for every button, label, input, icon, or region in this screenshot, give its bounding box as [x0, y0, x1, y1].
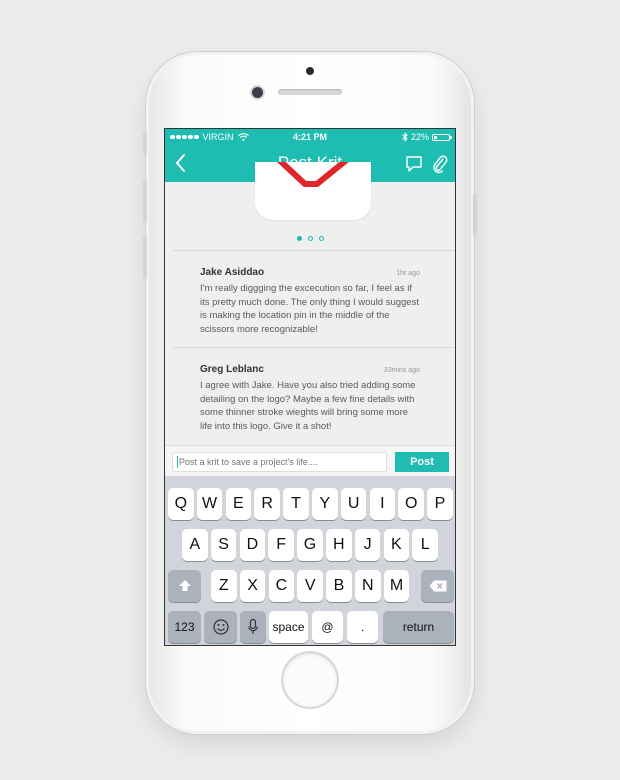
power-button [473, 194, 477, 236]
divider [173, 347, 455, 348]
key-o[interactable]: O [398, 488, 424, 520]
space-key[interactable]: space [269, 611, 308, 643]
volume-up-button [143, 180, 147, 222]
composer-bar: Post [165, 445, 455, 477]
microphone-icon [248, 618, 258, 634]
comment-text: I agree with Jake. Have you also tried a… [200, 380, 416, 432]
image-pager[interactable] [165, 236, 455, 241]
key-h[interactable]: H [326, 529, 352, 561]
battery-icon [432, 133, 452, 141]
return-key[interactable]: return [383, 611, 454, 643]
pager-dot[interactable] [318, 236, 324, 241]
key-z[interactable]: Z [211, 570, 237, 602]
paperclip-icon[interactable] [432, 154, 448, 174]
comment-time: 1hr ago [396, 270, 420, 277]
krit-input[interactable] [172, 452, 387, 472]
emoji-icon [212, 619, 229, 635]
earpiece-speaker [278, 89, 342, 95]
comment-item: Greg Leblanc 33mins ago I agree with Jak… [200, 364, 420, 433]
comment-author[interactable]: Greg Leblanc [200, 364, 264, 375]
key-w[interactable]: W [196, 488, 223, 520]
key-t[interactable]: T [283, 488, 309, 520]
front-camera [252, 87, 263, 98]
battery-percent: 22% [410, 132, 429, 142]
key-q[interactable]: Q [168, 488, 194, 520]
comment-author[interactable]: Jake Asiddao [200, 267, 264, 278]
key-v[interactable]: V [297, 570, 323, 602]
status-bar: VIRGIN 4:21 PM 22% [165, 129, 455, 146]
key-m[interactable]: M [383, 570, 410, 602]
comment-time: 33mins ago [383, 367, 420, 374]
content-area: Jake Asiddao 1hr ago I'm really diggging… [165, 162, 455, 445]
shift-arrow-icon [178, 580, 191, 591]
key-u[interactable]: U [340, 488, 367, 520]
key-s[interactable]: S [210, 529, 237, 561]
text-cursor [177, 456, 178, 468]
keyboard: QWERTYUIOP ASDFGHJKL ZXCVBNM 123 space @… [165, 476, 455, 645]
backspace-icon [429, 580, 446, 592]
dictation-key[interactable] [240, 611, 266, 643]
mute-switch [143, 132, 147, 154]
key-n[interactable]: N [355, 570, 381, 602]
numbers-key[interactable]: 123 [168, 611, 201, 643]
key-l[interactable]: L [412, 529, 438, 561]
key-x[interactable]: X [239, 570, 266, 602]
key-e[interactable]: E [225, 488, 252, 520]
key-d[interactable]: D [239, 529, 266, 561]
at-key[interactable]: @ [312, 611, 343, 643]
divider [173, 250, 455, 251]
key-b[interactable]: B [326, 570, 352, 602]
comment-text: I'm really diggging the excecution so fa… [200, 283, 419, 335]
delete-key[interactable] [421, 570, 454, 602]
home-button[interactable] [283, 653, 337, 707]
key-g[interactable]: G [297, 529, 323, 561]
key-j[interactable]: J [354, 529, 381, 561]
key-c[interactable]: C [268, 570, 295, 602]
bluetooth-icon [402, 132, 408, 142]
volume-down-button [143, 236, 147, 278]
project-logo[interactable] [255, 162, 371, 220]
shift-key[interactable] [168, 570, 201, 602]
key-i[interactable]: I [369, 488, 396, 520]
period-key[interactable]: . [347, 611, 378, 643]
emoji-key[interactable] [204, 611, 237, 643]
key-k[interactable]: K [383, 529, 410, 561]
pager-dot[interactable] [296, 236, 302, 241]
sensor-dot [306, 67, 314, 75]
key-f[interactable]: F [268, 529, 294, 561]
key-a[interactable]: A [182, 529, 208, 561]
speech-bubble-icon[interactable] [405, 155, 423, 173]
key-r[interactable]: R [254, 488, 280, 520]
key-y[interactable]: Y [312, 488, 338, 520]
scissors-logo-icon [276, 162, 349, 187]
comment-item: Jake Asiddao 1hr ago I'm really diggging… [200, 267, 420, 336]
phone-screen: VIRGIN 4:21 PM 22% Post Krit [164, 128, 456, 646]
post-button[interactable]: Post [395, 452, 449, 472]
key-p[interactable]: P [427, 488, 453, 520]
pager-dot[interactable] [307, 236, 313, 241]
